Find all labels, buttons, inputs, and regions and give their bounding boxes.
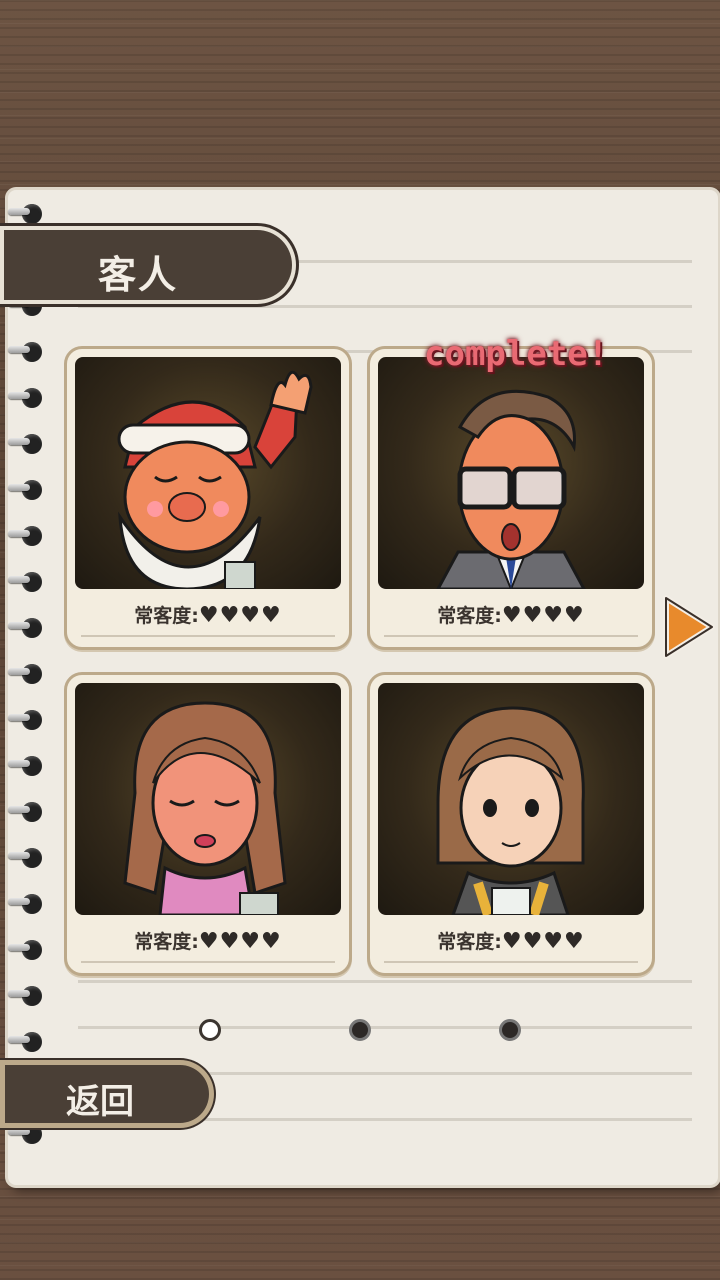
regular-level: 常客度:♥♥♥♥ xyxy=(67,601,349,628)
divider xyxy=(81,635,335,637)
customer-portrait xyxy=(75,357,341,589)
regular-level-label: 常客度: xyxy=(437,605,502,627)
binding-ring xyxy=(8,844,44,870)
binding-ring xyxy=(8,338,44,364)
binding-ring xyxy=(8,1028,44,1054)
regular-level-label: 常客度: xyxy=(437,931,502,953)
customer-card-santa[interactable]: 常客度:♥♥♥♥ xyxy=(64,346,352,650)
regular-level: 常客度:♥♥♥♥ xyxy=(370,927,652,954)
binding-ring xyxy=(8,706,44,732)
customer-card-girl-bob-hair[interactable]: 常客度:♥♥♥♥ xyxy=(367,672,655,976)
divider xyxy=(384,635,638,637)
girl-bob-hair-illustration xyxy=(436,706,585,915)
customer-portrait xyxy=(378,683,644,915)
customer-portrait xyxy=(75,683,341,915)
customer-portrait xyxy=(378,357,644,589)
ruled-line xyxy=(78,305,692,308)
binding-ring xyxy=(8,982,44,1008)
divider xyxy=(384,961,638,963)
page-title-tab: 客人 xyxy=(0,226,296,304)
next-page-button[interactable] xyxy=(660,594,716,660)
customer-card-glasses-man[interactable]: 常客度:♥♥♥♥ xyxy=(367,346,655,650)
binding-ring xyxy=(8,430,44,456)
binding-ring xyxy=(8,384,44,410)
binding-ring xyxy=(8,798,44,824)
binding-ring xyxy=(8,660,44,686)
binding-ring xyxy=(8,200,44,226)
spiral-binding xyxy=(0,200,48,1160)
binding-ring xyxy=(8,522,44,548)
binding-ring xyxy=(8,752,44,778)
ruled-line xyxy=(78,980,692,983)
binding-ring xyxy=(8,568,44,594)
heart-icons: ♥♥♥♥ xyxy=(501,929,585,954)
heart-icons: ♥♥♥♥ xyxy=(501,603,585,628)
regular-level: 常客度:♥♥♥♥ xyxy=(67,927,349,954)
binding-ring xyxy=(8,890,44,916)
heart-icons: ♥♥♥♥ xyxy=(198,603,282,628)
heart-icons: ♥♥♥♥ xyxy=(198,929,282,954)
glasses-man-illustration xyxy=(436,389,586,589)
page-title: 客人 xyxy=(97,253,178,297)
page-dot-1[interactable] xyxy=(199,1019,221,1041)
back-button-label: 返回 xyxy=(66,1082,134,1122)
regular-level-label: 常客度: xyxy=(134,605,199,627)
ruled-line xyxy=(78,1026,692,1029)
regular-level-label: 常客度: xyxy=(134,931,199,953)
binding-ring xyxy=(8,936,44,962)
complete-badge: complete! xyxy=(424,334,609,374)
back-button[interactable]: 返回 xyxy=(0,1060,214,1128)
page-dot-3[interactable] xyxy=(499,1019,521,1041)
binding-ring xyxy=(8,476,44,502)
santa-illustration xyxy=(117,370,313,589)
woman-wavy-hair-illustration xyxy=(123,701,287,915)
divider xyxy=(81,961,335,963)
page-dot-2[interactable] xyxy=(349,1019,371,1041)
binding-ring xyxy=(8,614,44,640)
customer-card-woman-wavy-hair[interactable]: 常客度:♥♥♥♥ xyxy=(64,672,352,976)
play-right-arrow-icon xyxy=(663,595,715,659)
regular-level: 常客度:♥♥♥♥ xyxy=(370,601,652,628)
